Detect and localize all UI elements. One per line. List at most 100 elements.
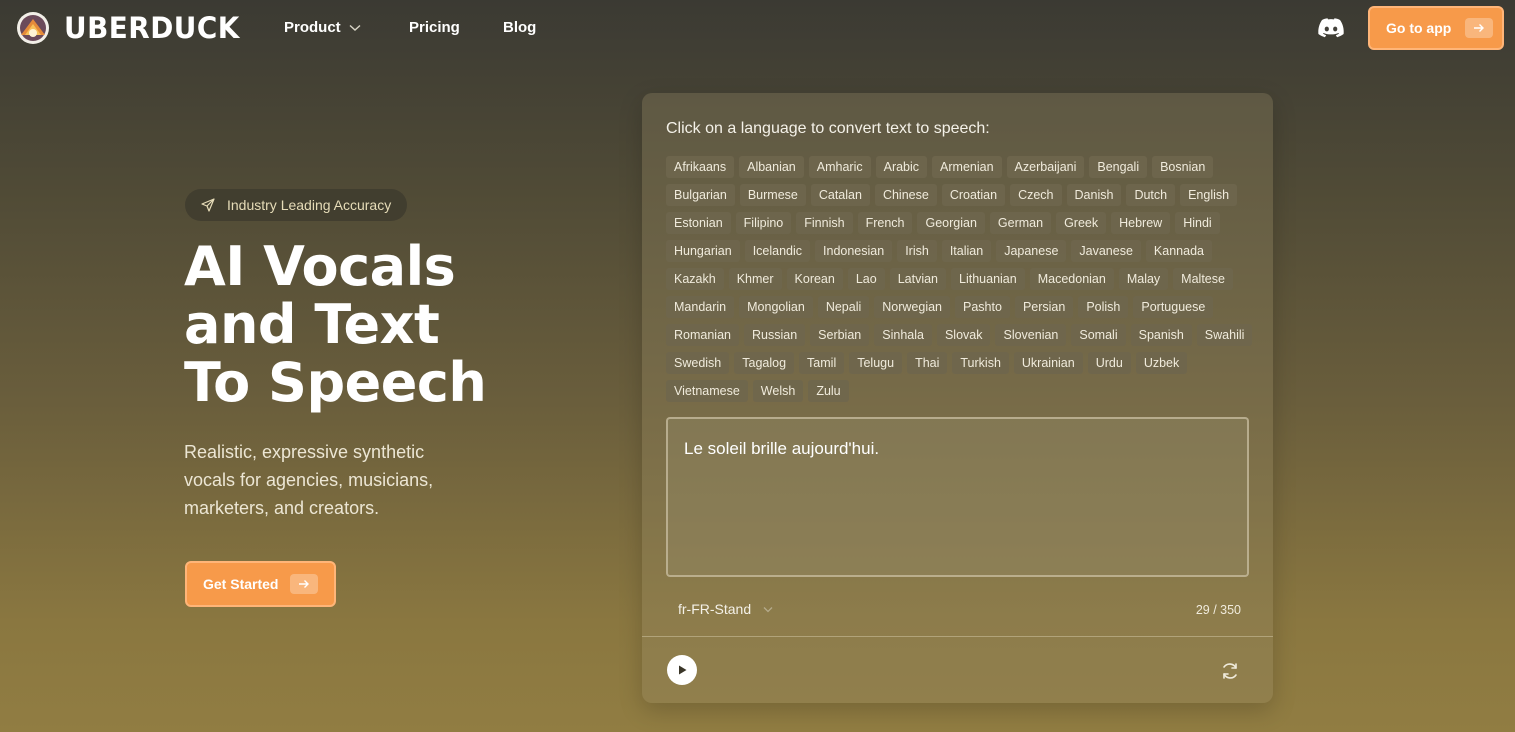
get-started-label: Get Started: [203, 576, 279, 592]
brand-name[interactable]: UBERDUCK: [64, 10, 240, 46]
tts-card: Click on a language to convert text to s…: [642, 93, 1273, 703]
language-chip[interactable]: French: [857, 212, 913, 234]
language-chip[interactable]: Hindi: [1175, 212, 1220, 234]
language-chip[interactable]: Norwegian: [874, 296, 951, 318]
language-chip[interactable]: Albanian: [739, 156, 804, 178]
language-chip[interactable]: Italian: [941, 240, 992, 262]
play-icon: [679, 665, 687, 675]
language-chip[interactable]: Burmese: [739, 184, 806, 206]
go-to-app-button[interactable]: Go to app: [1368, 6, 1504, 50]
language-chip[interactable]: Welsh: [752, 380, 804, 402]
language-chip[interactable]: Nepali: [817, 296, 870, 318]
language-chip[interactable]: Latvian: [889, 268, 947, 290]
language-chip[interactable]: Afrikaans: [666, 156, 735, 178]
language-chip[interactable]: Javanese: [1071, 240, 1141, 262]
language-chip[interactable]: Bengali: [1089, 156, 1148, 178]
language-chip[interactable]: Amharic: [808, 156, 871, 178]
language-chip[interactable]: Finnish: [796, 212, 853, 234]
language-chip[interactable]: Spanish: [1130, 324, 1192, 346]
language-chip[interactable]: Bosnian: [1152, 156, 1214, 178]
language-chip[interactable]: Mandarin: [666, 296, 735, 318]
send-icon: [201, 198, 215, 212]
voice-select[interactable]: fr-FR-Stand: [678, 601, 773, 617]
language-chip[interactable]: Catalan: [810, 184, 870, 206]
nav-product[interactable]: Product: [284, 17, 361, 39]
language-chip[interactable]: Polish: [1078, 296, 1129, 318]
language-chip[interactable]: Georgian: [917, 212, 985, 234]
language-chip[interactable]: Khmer: [728, 268, 782, 290]
language-chip[interactable]: Chinese: [874, 184, 937, 206]
nav-pricing[interactable]: Pricing: [409, 17, 460, 39]
pill-text: Industry Leading Accuracy: [227, 197, 392, 213]
language-chip[interactable]: Indonesian: [815, 240, 893, 262]
arrow-right-icon: [1465, 18, 1494, 38]
language-chip[interactable]: Uzbek: [1135, 352, 1188, 374]
discord-icon[interactable]: [1318, 17, 1344, 39]
language-chip[interactable]: Czech: [1010, 184, 1062, 206]
language-chip[interactable]: Ukrainian: [1013, 352, 1083, 374]
language-chip[interactable]: Armenian: [932, 156, 1002, 178]
language-chip[interactable]: Tamil: [799, 352, 845, 374]
play-button[interactable]: [667, 655, 697, 685]
language-chip[interactable]: Persian: [1014, 296, 1074, 318]
language-chip[interactable]: Maltese: [1173, 268, 1233, 290]
language-chip[interactable]: Swedish: [666, 352, 730, 374]
language-chip[interactable]: Hungarian: [666, 240, 740, 262]
card-heading: Click on a language to convert text to s…: [666, 120, 990, 137]
language-chip[interactable]: Somali: [1071, 324, 1126, 346]
language-chip[interactable]: Turkish: [952, 352, 1009, 374]
language-chip[interactable]: Sinhala: [874, 324, 932, 346]
voice-select-value: fr-FR-Stand: [678, 601, 752, 617]
language-chip[interactable]: Kazakh: [666, 268, 724, 290]
language-chip[interactable]: Slovenian: [995, 324, 1067, 346]
refresh-icon[interactable]: [1220, 661, 1240, 681]
language-chip[interactable]: Swahili: [1196, 324, 1253, 346]
language-chip[interactable]: Bulgarian: [666, 184, 735, 206]
language-chip[interactable]: Serbian: [810, 324, 870, 346]
language-chip[interactable]: Estonian: [666, 212, 731, 234]
arrow-right-icon: [290, 574, 319, 594]
language-chip[interactable]: Pashto: [955, 296, 1010, 318]
nav-blog[interactable]: Blog: [503, 17, 536, 39]
language-chip[interactable]: German: [989, 212, 1052, 234]
language-chip[interactable]: Korean: [786, 268, 843, 290]
language-chip[interactable]: Lithuanian: [951, 268, 1025, 290]
chevron-down-icon: [349, 24, 361, 31]
language-chip[interactable]: Hebrew: [1111, 212, 1171, 234]
language-chip[interactable]: Romanian: [666, 324, 739, 346]
get-started-button[interactable]: Get Started: [185, 561, 336, 607]
tts-text-input[interactable]: [666, 417, 1249, 577]
language-chip[interactable]: Tagalog: [734, 352, 795, 374]
site-header: UBERDUCK Product Pricing Blog Go to app: [0, 0, 1515, 56]
language-chip[interactable]: Danish: [1066, 184, 1122, 206]
language-chip[interactable]: Dutch: [1126, 184, 1176, 206]
language-chip[interactable]: Urdu: [1087, 352, 1131, 374]
hero-title: AI Vocals and Text To Speech: [184, 238, 604, 412]
language-chip[interactable]: Thai: [907, 352, 948, 374]
language-chip[interactable]: Lao: [847, 268, 885, 290]
language-chip[interactable]: Croatian: [941, 184, 1006, 206]
language-chip[interactable]: Telugu: [849, 352, 903, 374]
language-chip[interactable]: Filipino: [735, 212, 792, 234]
language-chip[interactable]: Mongolian: [739, 296, 813, 318]
language-chip[interactable]: Macedonian: [1029, 268, 1114, 290]
language-chip[interactable]: Azerbaijani: [1006, 156, 1085, 178]
language-chip[interactable]: Malay: [1118, 268, 1169, 290]
accuracy-pill: Industry Leading Accuracy: [185, 189, 408, 221]
card-divider: [642, 636, 1273, 637]
char-counter: 29 / 350: [1195, 603, 1241, 617]
language-chip[interactable]: Russian: [743, 324, 806, 346]
language-chip[interactable]: Kannada: [1145, 240, 1212, 262]
language-chip[interactable]: Irish: [897, 240, 937, 262]
language-chip[interactable]: Vietnamese: [666, 380, 748, 402]
language-chip[interactable]: English: [1180, 184, 1238, 206]
uberduck-logo-icon[interactable]: [16, 11, 50, 45]
language-chip[interactable]: Zulu: [808, 380, 849, 402]
nav-product-label: Product: [284, 19, 341, 36]
language-chip[interactable]: Slovak: [936, 324, 991, 346]
language-chip[interactable]: Icelandic: [744, 240, 811, 262]
language-chip[interactable]: Japanese: [996, 240, 1067, 262]
language-chip[interactable]: Portuguese: [1133, 296, 1214, 318]
language-chip[interactable]: Arabic: [875, 156, 928, 178]
language-chip[interactable]: Greek: [1056, 212, 1107, 234]
